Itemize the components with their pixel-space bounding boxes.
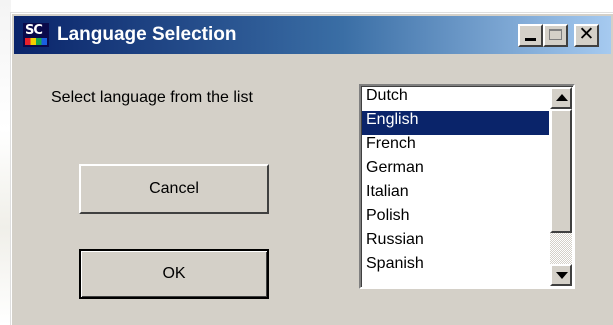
vertical-scrollbar[interactable]	[550, 87, 572, 286]
instruction-label: Select language from the list	[51, 89, 253, 106]
cancel-button[interactable]: Cancel	[79, 164, 269, 214]
list-item-german[interactable]: German	[362, 159, 549, 183]
list-item-italian[interactable]: Italian	[362, 183, 549, 207]
list-item-english[interactable]: English	[362, 111, 549, 135]
list-item-dutch[interactable]: Dutch	[362, 87, 549, 111]
title-bar[interactable]: SC Language Selection ✕	[14, 16, 611, 54]
language-listbox[interactable]: Dutch English French German Italian Poli…	[359, 84, 575, 289]
minimize-button[interactable]	[518, 24, 543, 47]
maximize-icon	[549, 29, 562, 40]
maximize-button	[543, 24, 568, 47]
scroll-down-button[interactable]	[550, 264, 572, 286]
background-desktop	[0, 0, 613, 12]
minimize-icon	[525, 38, 536, 41]
cancel-button-label: Cancel	[149, 180, 199, 197]
scroll-up-button[interactable]	[550, 87, 572, 109]
ok-button[interactable]: OK	[79, 249, 269, 299]
list-item-french[interactable]: French	[362, 135, 549, 159]
sc-app-icon[interactable]: SC	[23, 23, 49, 47]
app-icon-text: SC	[25, 23, 43, 38]
arrow-up-icon	[556, 94, 568, 101]
list-item-russian[interactable]: Russian	[362, 231, 549, 255]
close-button[interactable]: ✕	[574, 23, 599, 47]
arrow-down-icon	[556, 272, 568, 279]
app-icon-color-bars	[25, 38, 47, 45]
close-icon: ✕	[578, 23, 595, 45]
window-title: Language Selection	[57, 24, 237, 45]
list-item-spanish[interactable]: Spanish	[362, 255, 549, 279]
scrollbar-thumb[interactable]	[550, 109, 572, 233]
language-selection-dialog: SC Language Selection ✕ Select language …	[10, 12, 613, 325]
language-list: Dutch English French German Italian Poli…	[362, 87, 549, 279]
ok-button-label: OK	[162, 265, 186, 282]
list-item-polish[interactable]: Polish	[362, 207, 549, 231]
